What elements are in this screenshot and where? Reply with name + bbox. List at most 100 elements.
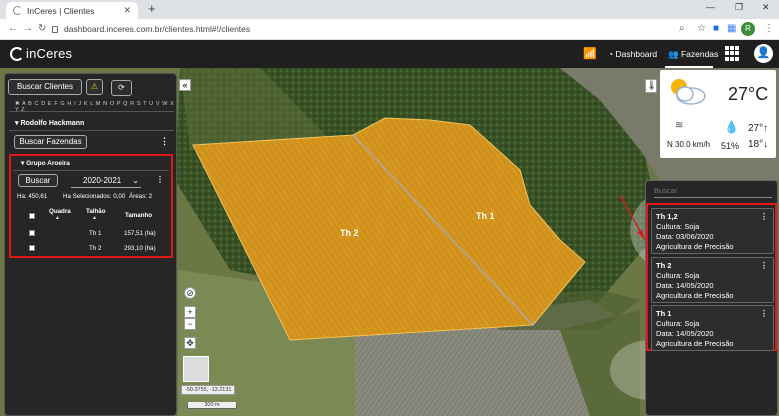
analysis-card[interactable]: Th 2 ⋮ Cultura: Soja Data: 14/05/2020 Ag… [651,257,774,303]
coords-readout: -50.3755, -13.2131 [181,385,236,395]
col-talhao[interactable]: Talhão [86,208,105,215]
warning-icon[interactable]: ⚠ [86,79,103,95]
translate-icon[interactable]: ▦ [727,23,736,34]
user-account-icon[interactable]: 👤 [754,44,773,63]
card-culture: Cultura: Soja [656,222,700,231]
group-search-button[interactable]: Buscar [18,174,58,187]
row-checkbox[interactable] [29,245,35,251]
row-checkbox[interactable] [29,230,35,236]
card-type: Agricultura de Precisão [656,339,734,348]
ha-selected: Ha Selecionados: 0,00 [63,193,126,200]
divider [9,111,174,112]
card-culture: Cultura: Soja [656,319,700,328]
new-tab-icon[interactable]: + [148,1,156,16]
card-title: Th 1 [656,309,672,318]
url-text: dashboard.inceres.com.br/clientes.html#!… [64,24,251,34]
site-favicon-icon [13,6,22,15]
zoom-in-button[interactable]: + [184,306,196,318]
nav-dashboard-label: Dashboard [615,49,658,59]
close-window-icon[interactable]: ✕ [762,2,770,13]
nav-fazendas[interactable]: 👥 Fazendas [668,49,718,60]
browser-tab[interactable]: InCeres | Clientes ✕ [6,2,138,19]
temperature: 27°C [728,84,769,104]
card-type: Agricultura de Precisão [656,242,734,251]
lock-icon [52,26,58,33]
nav-dashboard[interactable]: ◔ Dashboard [608,49,657,59]
select-all-checkbox[interactable] [29,213,35,219]
group-menu-icon[interactable]: ⋮ [156,175,164,184]
card-title: Th 2 [656,261,672,270]
areas-count: Áreas: 2 [129,193,153,200]
farms-menu-icon[interactable]: ⋮ [160,136,169,147]
sort-asc-icon[interactable]: ▲ [55,215,60,221]
bookmark-star-icon[interactable]: ☆ [697,23,706,34]
humidity: 51% [721,141,740,151]
analysis-card[interactable]: Th 1,2 ⋮ Cultura: Soja Data: 03/06/2020 … [651,208,774,254]
search-farms-button[interactable]: Buscar Fazendas [14,135,87,149]
group-name[interactable]: ▾ Grupo Aroeira [21,159,70,167]
arrow-up-icon: ↑ [763,123,769,134]
card-menu-icon[interactable]: ⋮ [760,261,768,270]
profile-avatar[interactable]: R [741,22,755,36]
wind-speed: N 30.0 km/h [667,140,711,149]
row-talhao: Th 1 [89,230,102,237]
logo-text: inCeres [26,46,73,61]
divider [13,170,169,171]
browser-menu-icon[interactable]: ⋮ [764,23,774,34]
collapse-sidebar-icon[interactable]: « [179,79,191,91]
analysis-search-input[interactable] [654,184,772,198]
card-title: Th 1,2 [656,212,678,221]
chevron-down-icon: ⌄ [132,176,139,185]
app-header: inCeres 📶 ◔ Dashboard 👥 Fazendas 👤 [0,40,779,68]
card-date: Data: 14/05/2020 [656,281,714,290]
compass-icon[interactable]: ⊘ [184,287,196,299]
sort-asc-icon[interactable]: ▲ [92,215,97,221]
logo-ring-icon [10,47,24,61]
analysis-list: Th 1,2 ⋮ Cultura: Soja Data: 03/06/2020 … [646,203,777,351]
address-bar: ← → ↻ dashboard.inceres.com.br/clientes.… [0,19,779,40]
card-type: Agricultura de Precisão [656,291,734,300]
zoom-out-button[interactable]: − [184,318,196,330]
col-quadra[interactable]: Quadra [49,208,71,215]
minimize-icon[interactable]: — [706,2,715,12]
card-date: Data: 03/06/2020 [656,232,714,241]
card-menu-icon[interactable]: ⋮ [760,212,768,221]
weather-widget: 27°C ≋ N 30.0 km/h 💧 51% 27°↑ 18°↓ [660,70,776,158]
basemap-thumbnail[interactable] [183,356,209,382]
partly-cloudy-icon [671,79,706,105]
inceres-logo[interactable]: inCeres [10,46,72,61]
apps-grid-icon[interactable] [725,46,740,61]
close-tab-icon[interactable]: ✕ [123,5,131,16]
card-menu-icon[interactable]: ⋮ [760,309,768,318]
card-date: Data: 14/05/2020 [656,329,714,338]
temp-max: 27°↑ [748,123,768,134]
reload-icon[interactable]: ↻ [38,23,46,34]
users-icon: 👥 [668,49,681,59]
client-name[interactable]: ▾ Rodolfo Hackmann [15,119,84,127]
back-icon[interactable]: ← [8,23,18,34]
field-label-th2: Th 2 [340,228,359,238]
url-field[interactable]: dashboard.inceres.com.br/clientes.html#!… [52,22,712,37]
temp-min: 18°↓ [748,139,768,150]
analysis-card[interactable]: Th 1 ⋮ Cultura: Soja Data: 14/05/2020 Ag… [651,305,774,351]
nav-fazendas-label: Fazendas [680,49,719,59]
ha-total: Ha: 450,61 [17,193,48,200]
refresh-icon[interactable]: ⟳ [111,80,132,96]
fullscreen-icon[interactable]: ✥ [184,337,196,349]
temp-min-value: 18° [748,139,764,150]
thermometer-icon[interactable]: 🌡 [645,79,657,93]
tab-title: InCeres | Clientes [27,6,95,16]
maximize-icon[interactable]: ❐ [735,2,743,13]
forward-icon[interactable]: → [23,23,33,34]
extension-icon[interactable]: ■ [713,23,719,34]
row-tamanho: 157,51 (ha) [124,230,156,237]
scale-bar: 300 m [187,402,237,409]
search-clients-button[interactable]: Buscar Clientes [8,79,82,95]
wind-icon: ≋ [675,120,684,131]
season-value: 2020-2021 [83,176,122,185]
group-name-text: Grupo Aroeira [26,160,70,167]
zoom-icon[interactable]: ⌕ [679,23,685,34]
field-label-th1: Th 1 [476,211,495,221]
col-tamanho[interactable]: Tamanho [125,212,152,219]
season-select[interactable]: 2020-2021 ⌄ [71,174,141,188]
